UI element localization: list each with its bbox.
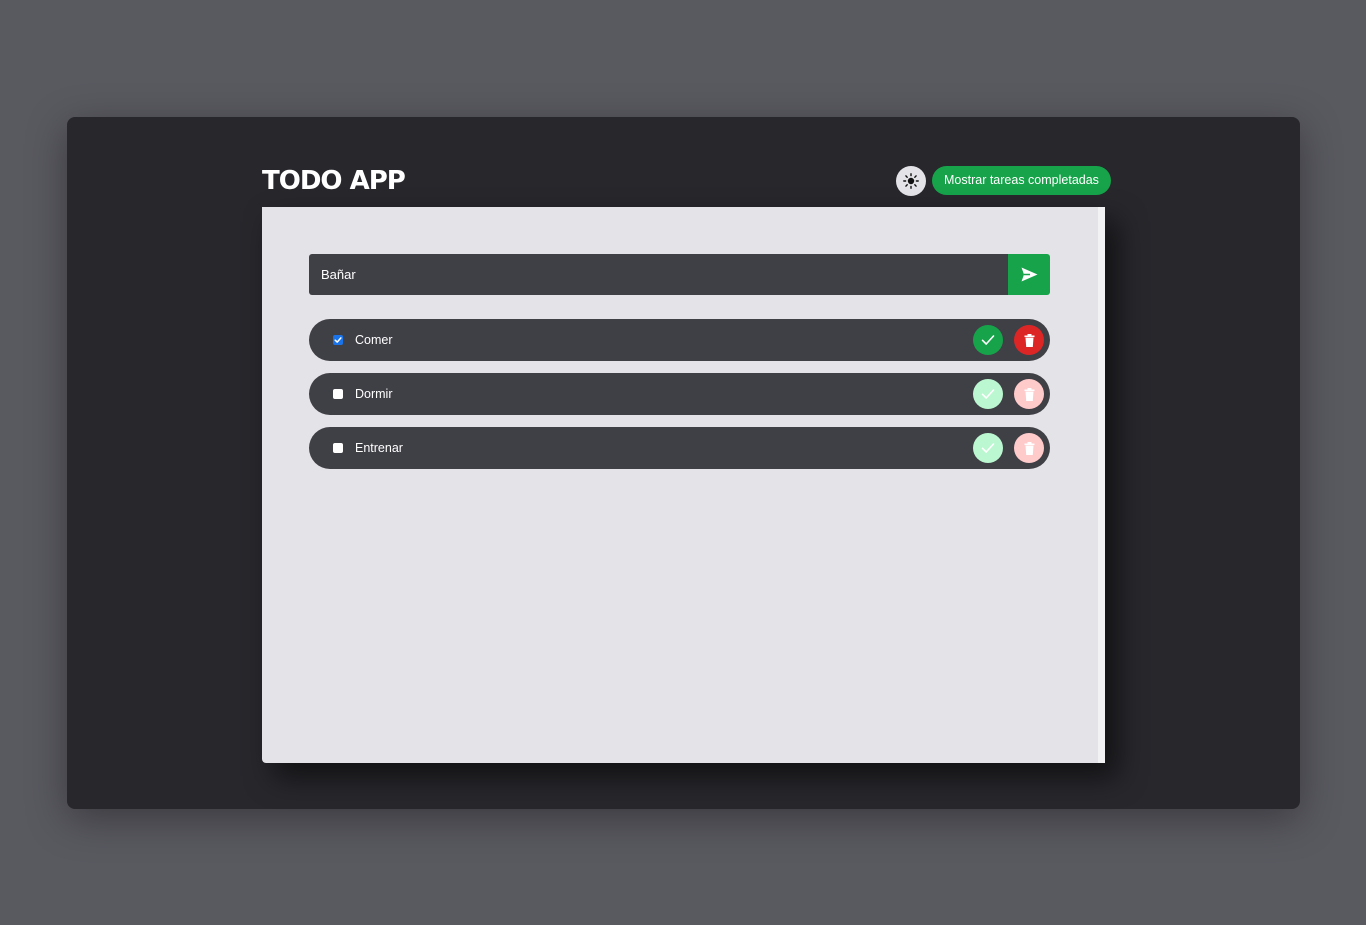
trash-icon <box>1024 387 1034 401</box>
sun-icon <box>903 173 919 189</box>
delete-task-button[interactable] <box>1014 379 1044 409</box>
complete-task-button[interactable] <box>973 433 1003 463</box>
trash-icon <box>1024 441 1034 455</box>
task-checkbox[interactable] <box>333 335 343 345</box>
delete-task-button[interactable] <box>1014 325 1044 355</box>
task-item: Dormir <box>309 373 1050 415</box>
checkmark-icon <box>981 389 995 399</box>
complete-task-button[interactable] <box>973 379 1003 409</box>
task-label: Comer <box>355 333 393 347</box>
checkmark-icon <box>981 335 995 345</box>
page-title: TODO APP <box>262 166 406 196</box>
app-window: TODO APP Mostrar tareas completadas Baña… <box>67 117 1300 809</box>
new-task-form <box>309 254 1050 295</box>
trash-icon <box>1024 333 1034 347</box>
show-completed-button[interactable]: Mostrar tareas completadas <box>932 166 1111 195</box>
send-button[interactable] <box>1008 254 1050 295</box>
new-task-input[interactable] <box>309 254 1008 295</box>
delete-task-button[interactable] <box>1014 433 1044 463</box>
task-label: Entrenar <box>355 441 403 455</box>
task-item: Comer <box>309 319 1050 361</box>
task-list: Comer Dormir Entrenar <box>309 319 1050 481</box>
send-icon <box>1021 267 1038 282</box>
complete-task-button[interactable] <box>973 325 1003 355</box>
todo-panel: Comer Dormir <box>262 207 1105 763</box>
checkmark-icon <box>981 443 995 453</box>
task-label: Dormir <box>355 387 393 401</box>
theme-toggle-button[interactable] <box>896 166 926 196</box>
task-checkbox[interactable] <box>333 389 343 399</box>
task-checkbox[interactable] <box>333 443 343 453</box>
panel-scrollbar[interactable] <box>1098 207 1105 763</box>
task-item: Entrenar <box>309 427 1050 469</box>
check-icon <box>334 337 342 343</box>
